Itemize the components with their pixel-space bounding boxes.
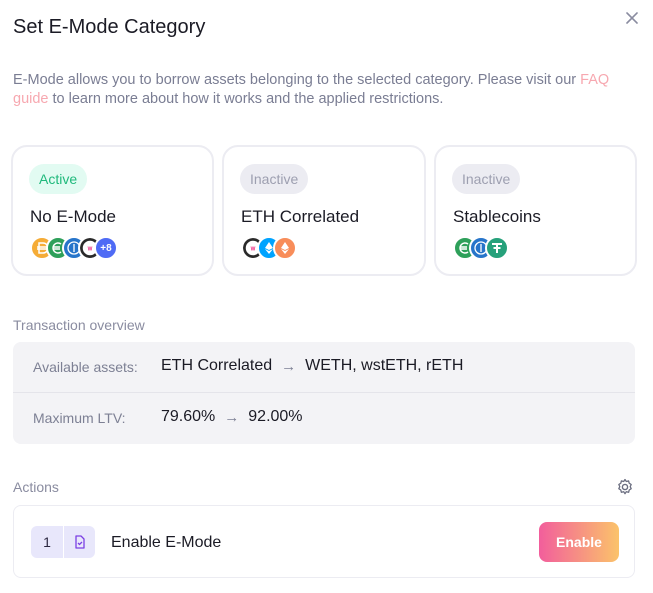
modal-description: E-Mode allows you to borrow assets belon… bbox=[13, 71, 638, 109]
emode-card-no-emode[interactable]: Active No E-Mode W +8 bbox=[11, 145, 214, 276]
max-ltv-key: Maximum LTV: bbox=[33, 410, 126, 426]
enable-emode-label: Enable E-Mode bbox=[111, 534, 222, 551]
arrow-right-icon: → bbox=[281, 357, 297, 375]
category-name: Stablecoins bbox=[453, 207, 541, 226]
emode-card-stablecoins[interactable]: Inactive Stablecoins bbox=[434, 145, 637, 276]
actions-panel: 1 Enable E-Mode Enable bbox=[13, 505, 635, 578]
transaction-overview: Available assets: ETH Correlated → WETH,… bbox=[13, 342, 635, 444]
max-ltv-value: 79.60% → 92.00% bbox=[161, 408, 303, 426]
svg-text:W: W bbox=[251, 247, 256, 253]
step-indicator: 1 bbox=[31, 526, 95, 558]
overview-row-ltv: Maximum LTV: 79.60% → 92.00% bbox=[13, 393, 635, 444]
description-text: E-Mode allows you to borrow assets belon… bbox=[13, 72, 581, 88]
available-assets-value: ETH Correlated → WETH, wstETH, rETH bbox=[161, 357, 463, 375]
page-title: Set E-Mode Category bbox=[13, 16, 206, 38]
gear-icon[interactable] bbox=[615, 477, 635, 497]
enable-button[interactable]: Enable bbox=[539, 522, 619, 562]
step-number: 1 bbox=[43, 534, 51, 550]
emode-card-eth-correlated[interactable]: Inactive ETH Correlated W bbox=[222, 145, 426, 276]
overview-row-assets: Available assets: ETH Correlated → WETH,… bbox=[13, 342, 635, 393]
available-assets-key: Available assets: bbox=[33, 359, 138, 375]
description-text-end: to learn more about how it works and the… bbox=[48, 91, 444, 107]
ltv-from: 79.60% bbox=[161, 408, 216, 425]
usdt-icon bbox=[485, 236, 509, 260]
arrow-right-icon: → bbox=[224, 408, 240, 426]
status-badge: Active bbox=[29, 164, 88, 194]
ltv-to: 92.00% bbox=[248, 408, 303, 425]
document-check-icon bbox=[63, 526, 95, 558]
asset-icons bbox=[453, 236, 509, 260]
transaction-overview-label: Transaction overview bbox=[13, 317, 145, 333]
svg-text:W: W bbox=[88, 247, 93, 253]
category-name: ETH Correlated bbox=[241, 207, 360, 226]
category-name: No E-Mode bbox=[30, 207, 116, 226]
reth-icon bbox=[273, 236, 297, 260]
actions-label: Actions bbox=[13, 479, 59, 495]
status-badge: Inactive bbox=[452, 164, 521, 194]
asset-icons: W +8 bbox=[30, 236, 118, 260]
assets-to: WETH, wstETH, rETH bbox=[305, 357, 464, 374]
more-assets-badge: +8 bbox=[94, 236, 118, 260]
status-badge: Inactive bbox=[240, 164, 309, 194]
asset-icons: W bbox=[241, 236, 297, 260]
assets-from: ETH Correlated bbox=[161, 357, 273, 374]
close-icon[interactable] bbox=[622, 8, 642, 28]
